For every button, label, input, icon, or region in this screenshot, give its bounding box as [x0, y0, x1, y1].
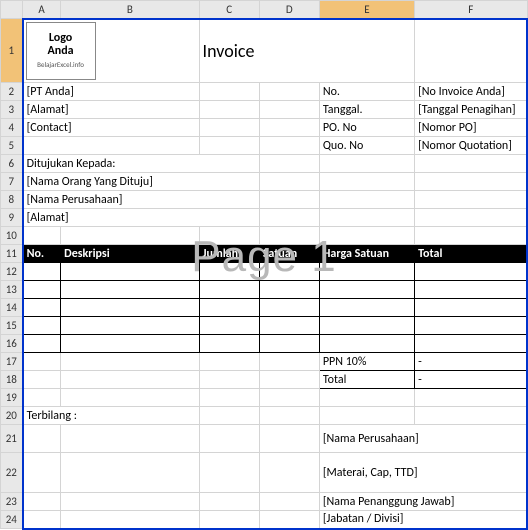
sign-stamp[interactable]: [Materai, Cap, TTD] [319, 453, 527, 493]
th-price: Harga Satuan [319, 245, 414, 263]
sender-contact[interactable]: [Contact] [23, 119, 199, 137]
total-label[interactable]: Total [319, 371, 414, 389]
recipient-address[interactable]: [Alamat] [23, 209, 260, 227]
row-21[interactable]: 21 [1, 425, 23, 453]
row-17[interactable]: 17 [1, 353, 23, 371]
table-row[interactable]: 16 [1, 335, 528, 353]
table-row[interactable]: 14 [1, 299, 528, 317]
row-4[interactable]: 4 [1, 119, 23, 137]
meta-po-label[interactable]: PO. No [319, 119, 414, 137]
row-22[interactable]: 22 [1, 453, 23, 493]
ppn-value[interactable]: - [415, 353, 527, 371]
col-F[interactable]: F [415, 1, 527, 19]
col-A[interactable]: A [23, 1, 61, 19]
recipient-person[interactable]: [Nama Orang Yang Dituju] [23, 173, 260, 191]
table-header-row: 11 No. Deskripsi Jumlah Satuan Harga Sat… [1, 245, 528, 263]
row-6[interactable]: 6 [1, 155, 23, 173]
row-13[interactable]: 13 [1, 281, 23, 299]
row-8[interactable]: 8 [1, 191, 23, 209]
row-10[interactable]: 10 [1, 227, 23, 245]
table-row[interactable]: 13 [1, 281, 528, 299]
meta-po-value[interactable]: [Nomor PO] [415, 119, 527, 137]
row-7[interactable]: 7 [1, 173, 23, 191]
col-E[interactable]: E [319, 1, 414, 19]
sign-company[interactable]: [Nama Perusahaan] [319, 425, 527, 453]
logo-placeholder: Logo Anda BelajarExcel.info [26, 22, 96, 80]
row-11[interactable]: 11 [1, 245, 23, 263]
col-D[interactable]: D [259, 1, 319, 19]
row-16[interactable]: 16 [1, 335, 23, 353]
sign-title[interactable]: [Jabatan / Divisi] [319, 511, 527, 529]
row-1[interactable]: 1 [1, 19, 23, 83]
cell-f1[interactable] [415, 19, 527, 83]
meta-no-label[interactable]: No. [319, 83, 414, 101]
row-19[interactable]: 19 [1, 389, 23, 407]
logo-subtext: BelajarExcel.info [37, 61, 84, 69]
terbilang-label[interactable]: Terbilang : [23, 407, 199, 425]
row-9[interactable]: 9 [1, 209, 23, 227]
sender-address[interactable]: [Alamat] [23, 101, 199, 119]
col-B[interactable]: B [61, 1, 199, 19]
ppn-label[interactable]: PPN 10% [319, 353, 414, 371]
logo-text-2: Anda [48, 45, 74, 58]
total-value[interactable]: - [415, 371, 527, 389]
cell-d2[interactable] [259, 83, 319, 101]
meta-date-value[interactable]: [Tanggal Penagihan] [415, 101, 527, 119]
recipient-heading[interactable]: Ditujukan Kepada: [23, 155, 260, 173]
row-12[interactable]: 12 [1, 263, 23, 281]
column-headers[interactable]: A B C D E F [1, 1, 528, 19]
row-14[interactable]: 14 [1, 299, 23, 317]
select-all-corner[interactable] [1, 1, 23, 19]
sender-company[interactable]: [PT Anda] [23, 83, 199, 101]
row-23[interactable]: 23 [1, 493, 23, 511]
table-row[interactable]: 15 [1, 317, 528, 335]
row-2[interactable]: 2 [1, 83, 23, 101]
spreadsheet-grid[interactable]: A B C D E F 1 Logo Anda BelajarExcel.inf… [0, 0, 528, 530]
row-5[interactable]: 5 [1, 137, 23, 155]
th-unit: Satuan [259, 245, 319, 263]
col-C[interactable]: C [199, 1, 259, 19]
th-qty: Jumlah [199, 245, 259, 263]
recipient-company[interactable]: [Nama Perusahaan] [23, 191, 260, 209]
sign-name[interactable]: [Nama Penanggung Jawab] [319, 493, 527, 511]
row-20[interactable]: 20 [1, 407, 23, 425]
row-3[interactable]: 3 [1, 101, 23, 119]
th-no: No. [23, 245, 61, 263]
meta-quo-value[interactable]: [Nomor Quotation] [415, 137, 527, 155]
cell-c2[interactable] [199, 83, 259, 101]
row-24[interactable]: 24 [1, 511, 23, 529]
row-15[interactable]: 15 [1, 317, 23, 335]
th-desc: Deskripsi [61, 245, 199, 263]
meta-no-value[interactable]: [No Invoice Anda] [415, 83, 527, 101]
meta-date-label[interactable]: Tanggal. [319, 101, 414, 119]
table-row[interactable]: 12 [1, 263, 528, 281]
invoice-title: Invoice [199, 19, 415, 83]
meta-quo-label[interactable]: Quo. No [319, 137, 414, 155]
th-total: Total [415, 245, 527, 263]
row-18[interactable]: 18 [1, 371, 23, 389]
